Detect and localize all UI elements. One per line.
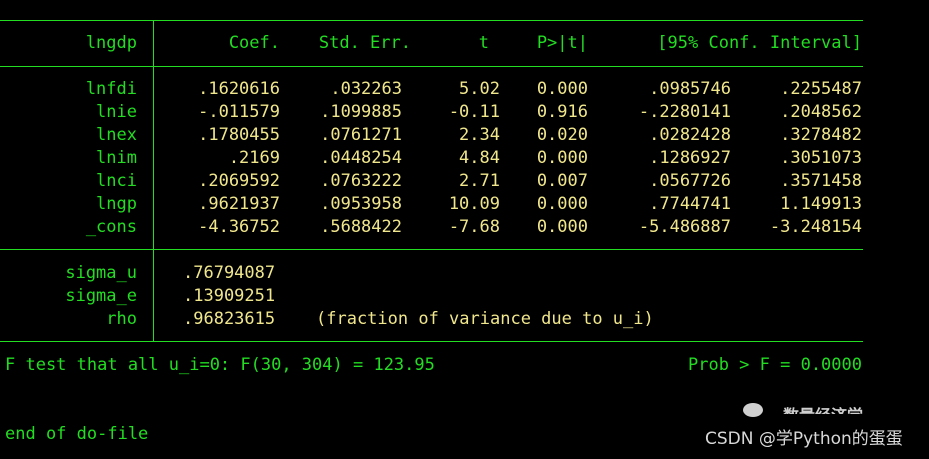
row-t: 2.34 <box>459 125 500 145</box>
row-t: 10.09 <box>448 194 500 214</box>
row-ci-high: .2048562 <box>780 102 862 122</box>
row-ci-high: .2255487 <box>780 79 862 99</box>
row-varname: _cons <box>85 217 137 237</box>
sigma-row-name: rho <box>106 309 137 329</box>
table-bottom-rule <box>0 341 863 342</box>
row-coef: .2069592 <box>198 171 280 191</box>
row-varname: lnim <box>96 148 137 168</box>
row-ci-low: .1286927 <box>649 148 731 168</box>
row-ci-high: 1.149913 <box>780 194 862 214</box>
row-coef: .1620616 <box>198 79 280 99</box>
row-varname: lnci <box>96 171 137 191</box>
row-ci-low: -5.486887 <box>638 217 731 237</box>
row-varname: lnfdi <box>85 79 137 99</box>
row-coef: .9621937 <box>198 194 280 214</box>
sigma-row-value: .96823615 <box>183 309 276 329</box>
row-t: 5.02 <box>459 79 500 99</box>
row-ci-low: -.2280141 <box>638 102 731 122</box>
ftest-line: F test that all u_i=0: F(30, 304) = 123.… <box>5 355 435 375</box>
row-p: 0.000 <box>536 148 588 168</box>
row-t: -7.68 <box>448 217 500 237</box>
coef-bottom-rule <box>0 249 863 250</box>
row-t: 4.84 <box>459 148 500 168</box>
row-ci-high: -3.248154 <box>769 217 862 237</box>
header-depvar: lngdp <box>85 33 137 53</box>
header-stderr: Std. Err. <box>318 33 411 53</box>
sigma-row-value: .76794087 <box>183 263 276 283</box>
end-of-dofile: end of do-file <box>5 424 149 444</box>
row-t: -0.11 <box>448 102 500 122</box>
header-t: t <box>478 33 489 53</box>
sigma-row-value: .13909251 <box>183 286 276 306</box>
header-p: P>|t| <box>536 33 588 53</box>
row-coef: -.011579 <box>198 102 280 122</box>
row-coef: .1780455 <box>198 125 280 145</box>
row-stderr: .0761271 <box>320 125 402 145</box>
row-ci-high: .3278482 <box>780 125 862 145</box>
header-bottom-rule <box>0 66 863 67</box>
sigma-row-name: sigma_u <box>65 263 137 283</box>
csdn-watermark: CSDN @学Python的蛋蛋 <box>705 429 903 449</box>
table-top-rule <box>0 20 863 21</box>
row-stderr: .0953958 <box>320 194 402 214</box>
row-p: 0.000 <box>536 79 588 99</box>
row-ci-low: .0985746 <box>649 79 731 99</box>
row-t: 2.71 <box>459 171 500 191</box>
row-p: 0.000 <box>536 217 588 237</box>
row-varname: lnie <box>96 102 137 122</box>
row-varname: lnex <box>96 125 137 145</box>
column-separator <box>153 20 154 342</box>
row-coef: .2169 <box>228 148 280 168</box>
row-p: 0.000 <box>536 194 588 214</box>
ftest-prob: Prob > F = 0.0000 <box>688 355 862 375</box>
row-ci-low: .0282428 <box>649 125 731 145</box>
row-ci-high: .3571458 <box>780 171 862 191</box>
row-ci-low: .7744741 <box>649 194 731 214</box>
row-ci-high: .3051073 <box>780 148 862 168</box>
row-stderr: .0763222 <box>320 171 402 191</box>
header-ci: [95% Conf. Interval] <box>657 33 862 53</box>
rho-note: (fraction of variance due to u_i) <box>316 309 654 329</box>
wechat-icon <box>743 403 763 417</box>
row-coef: -4.36752 <box>198 217 280 237</box>
row-varname: lngp <box>96 194 137 214</box>
header-coef: Coef. <box>228 33 280 53</box>
row-stderr: .0448254 <box>320 148 402 168</box>
watermark-faded-text: 数量经济学 <box>783 404 863 414</box>
row-p: 0.916 <box>536 102 588 122</box>
row-ci-low: .0567726 <box>649 171 731 191</box>
row-stderr: .5688422 <box>320 217 402 237</box>
row-stderr: .1099885 <box>320 102 402 122</box>
row-p: 0.020 <box>536 125 588 145</box>
row-stderr: .032263 <box>330 79 402 99</box>
row-p: 0.007 <box>536 171 588 191</box>
sigma-row-name: sigma_e <box>65 286 137 306</box>
